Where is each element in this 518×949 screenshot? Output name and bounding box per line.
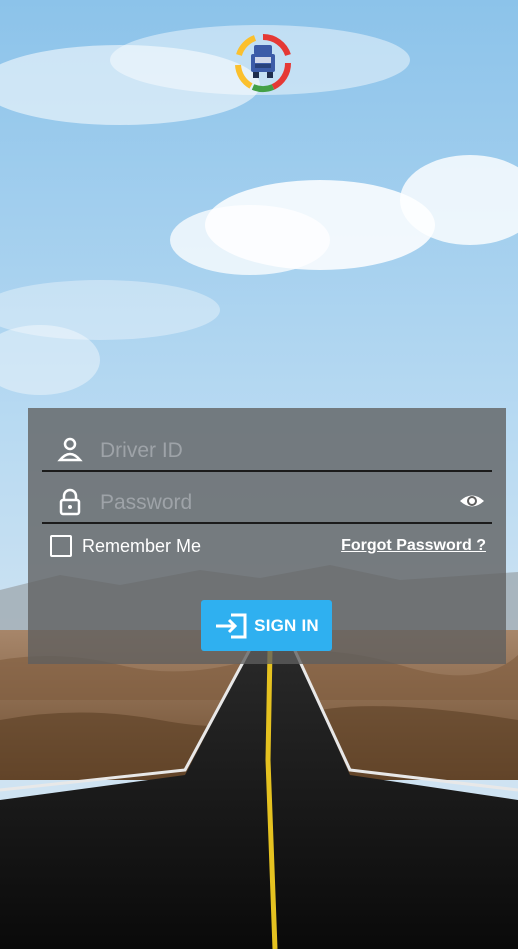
login-panel: Driver ID Password Remember Me Forgot Pa…	[28, 408, 506, 664]
remember-me[interactable]: Remember Me	[50, 534, 201, 558]
person-icon	[57, 437, 83, 462]
password-field[interactable]: Password	[42, 482, 492, 524]
sign-in-icon	[216, 613, 247, 638]
driver-id-placeholder: Driver ID	[100, 439, 183, 462]
sign-in-button[interactable]: SIGN IN	[201, 600, 332, 651]
remember-me-label: Remember Me	[82, 535, 202, 556]
remember-me-checkbox[interactable]	[50, 535, 72, 557]
truck-logo	[235, 33, 292, 92]
forgot-password-link[interactable]: Forgot Password ?	[341, 537, 486, 555]
eye-icon[interactable]	[458, 490, 486, 512]
login-screen: Driver ID Password Remember Me Forgot Pa…	[0, 0, 518, 949]
lock-icon	[59, 488, 81, 516]
sign-in-label: SIGN IN	[254, 615, 319, 635]
driver-id-field[interactable]: Driver ID	[42, 430, 492, 472]
password-placeholder: Password	[100, 491, 193, 514]
